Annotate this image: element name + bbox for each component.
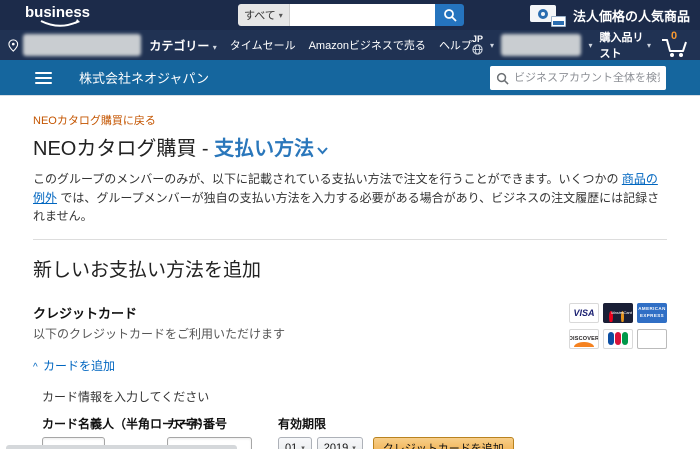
secondary-navbar: カテゴリー ▾ タイムセール Amazonビジネスで売る ヘルプ JP ▾ ▾ … [0, 30, 700, 60]
card-number-label: カード番号 [167, 416, 228, 431]
group-payment-description: このグループのメンバーのみが、以下に記載されている支払い方法で注文を行うことがで… [33, 172, 660, 224]
amazon-smile-icon [40, 19, 80, 27]
card-number-field-group: カード番号 [167, 415, 278, 449]
promo-label: 法人価格の人気商品 [572, 8, 690, 24]
add-credit-card-button[interactable]: クレジットカードを追加 [372, 436, 514, 449]
location-pin-icon [8, 38, 19, 52]
country-label: JP [471, 34, 483, 44]
jcb-logo [603, 328, 633, 349]
amex-logo: AMERICAN EXPRESS [637, 302, 667, 323]
account-search-box[interactable] [490, 66, 666, 90]
expiry-year-select[interactable]: 2019 ▾ [316, 436, 363, 449]
chevron-down-icon: ▾ [278, 10, 283, 20]
card-holder-label: カード名義人（半角ローマ字） [42, 416, 211, 431]
search-icon [443, 9, 457, 22]
top-navbar: business すべて ▾ 法人価格の人気商品 [0, 0, 700, 30]
nav-item-categories[interactable]: カテゴリー ▾ [149, 37, 216, 54]
visa-logo: VISA [569, 302, 599, 323]
discover-logo: DISCOVER [569, 328, 599, 349]
expiry-label: 有効期限 [278, 416, 327, 431]
status-tooltip-edge [6, 445, 237, 449]
blurred-delivery-address[interactable] [22, 34, 142, 56]
add-payment-heading: 新しいお支払い方法を追加 [33, 259, 262, 281]
blurred-account-name[interactable] [500, 34, 582, 56]
main-search-input[interactable] [289, 4, 435, 26]
hamburger-menu-icon[interactable] [35, 71, 52, 84]
chevron-down-icon: ▾ [352, 444, 356, 449]
credit-card-section: クレジットカード 以下のクレジットカードをご利用いただけます VISA Mast… [33, 302, 667, 449]
purchase-list-menu[interactable]: 購入品リスト ▾ [599, 29, 651, 61]
nav-item-sell-on-amazon[interactable]: Amazonビジネスで売る [309, 37, 426, 53]
business-pricing-icon [529, 3, 566, 27]
add-card-toggle-link[interactable]: ^ カードを追加 [33, 357, 667, 374]
company-name: 株式会社ネオジャパン [79, 71, 210, 86]
card-holder-field-group: カード名義人（半角ローマ字） [42, 415, 211, 449]
accepted-card-logos: VISA MasterCard AMERICAN EXPRESS DISCOVE… [569, 302, 667, 349]
search-scope-dropdown[interactable]: すべて ▾ [238, 4, 290, 26]
search-button[interactable] [435, 4, 464, 26]
card-form-prompt: カード情報を入力してください [42, 389, 210, 404]
unionpay-logo: UnionPay [637, 328, 667, 349]
back-to-catalog-link[interactable]: NEOカタログ購買に戻る [33, 115, 156, 127]
main-search-bar: すべて ▾ [238, 4, 464, 26]
chevron-down-icon: ▾ [489, 40, 494, 50]
expiry-month-select[interactable]: 01 ▾ [278, 436, 312, 449]
search-icon [496, 72, 509, 85]
chevron-down-icon[interactable] [316, 146, 329, 155]
credit-card-form: カード名義人（半角ローマ字） カード番号 有効期限 01 ▾ 2019 ▾ [33, 415, 667, 449]
chevron-down-icon: ▾ [588, 40, 593, 50]
mastercard-logo: MasterCard [603, 302, 633, 323]
main-content: NEOカタログ購買に戻る NEOカタログ購買 - 支払い方法 このグループのメン… [0, 96, 700, 449]
payment-method-section-toggle[interactable]: 支払い方法 [214, 138, 314, 160]
group-bar: 株式会社ネオジャパン [0, 60, 700, 96]
language-selector[interactable]: JP [472, 35, 483, 55]
nav-right-cluster: JP ▾ ▾ 購入品リスト ▾ 0 [472, 29, 692, 61]
nav-links: カテゴリー ▾ タイムセール Amazonビジネスで売る ヘルプ [149, 37, 472, 54]
section-divider [33, 238, 667, 240]
search-scope-label: すべて [244, 10, 276, 22]
chevron-down-icon: ▾ [301, 444, 305, 449]
business-pricing-promo[interactable]: 法人価格の人気商品 [529, 0, 690, 30]
cart-count-badge: 0 [671, 30, 678, 42]
page-title: NEOカタログ購買 - 支払い方法 [33, 132, 667, 161]
chevron-down-icon: ▾ [646, 40, 651, 50]
expiry-field-group: 有効期限 01 ▾ 2019 ▾ クレジットカードを追加 [278, 415, 514, 449]
nav-item-time-sale[interactable]: タイムセール [230, 37, 296, 53]
cart-button[interactable]: 0 [658, 30, 692, 58]
chevron-up-icon: ^ [33, 361, 38, 373]
business-logo[interactable]: business [25, 4, 90, 27]
account-search-input[interactable] [514, 72, 660, 84]
chevron-down-icon: ▾ [212, 42, 217, 52]
nav-item-help[interactable]: ヘルプ [439, 37, 472, 53]
globe-icon [472, 44, 483, 55]
